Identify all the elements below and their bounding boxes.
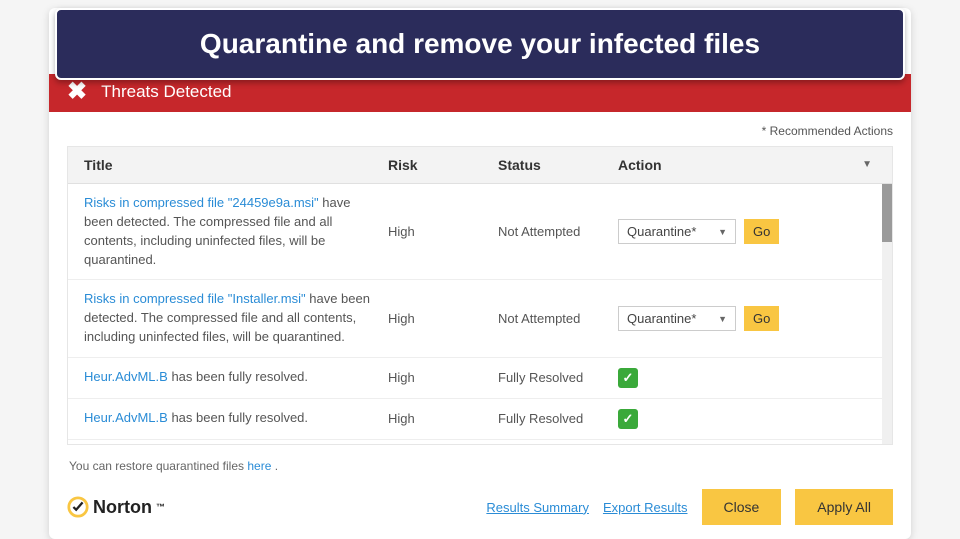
- table-row: Heur.AdvML.B has been fully resolved.Hig…: [68, 358, 892, 399]
- status-value: Fully Resolved: [498, 370, 618, 385]
- threat-description: has been fully resolved.: [168, 410, 308, 425]
- apply-all-button[interactable]: Apply All: [795, 489, 893, 525]
- footer-right: Results Summary Export Results Close App…: [486, 489, 893, 525]
- go-button[interactable]: Go: [744, 219, 779, 244]
- action-select-value: Quarantine*: [627, 311, 696, 326]
- recommended-actions-note: * Recommended Actions: [67, 124, 893, 138]
- threats-table: Title Risk Status Action ▼ Risks in comp…: [67, 146, 893, 445]
- restore-note: You can restore quarantined files here .: [69, 459, 893, 473]
- trademark: ™: [156, 502, 165, 512]
- alert-title: Threats Detected: [101, 82, 231, 102]
- col-risk[interactable]: Risk: [388, 157, 498, 173]
- table-row: Heur.AdvML.B has been fully resolved.Hig…: [68, 399, 892, 440]
- restore-prefix: You can restore quarantined files: [69, 459, 247, 473]
- table-row: Risks in compressed file "Installer.msi"…: [68, 280, 892, 358]
- chevron-down-icon: ▼: [718, 227, 727, 237]
- risk-level: High: [388, 411, 498, 426]
- go-button[interactable]: Go: [744, 306, 779, 331]
- status-value: Fully Resolved: [498, 411, 618, 426]
- alert-x-icon: ✖: [67, 80, 87, 104]
- export-results-link[interactable]: Export Results: [603, 500, 688, 515]
- content-area: * Recommended Actions Title Risk Status …: [49, 112, 911, 539]
- promo-banner: Quarantine and remove your infected file…: [55, 8, 905, 80]
- col-action[interactable]: Action ▼: [618, 157, 882, 173]
- col-action-label: Action: [618, 157, 662, 173]
- threat-link[interactable]: Risks in compressed file "24459e9a.msi": [84, 195, 319, 210]
- threat-link[interactable]: Heur.AdvML.B: [84, 410, 168, 425]
- action-cell: ✓: [618, 409, 882, 429]
- app-window: Quarantine and remove your infected file…: [49, 8, 911, 539]
- resolved-check-icon: ✓: [618, 409, 638, 429]
- table-row: Heur.AdvML.B has been fully resolved.Hig…: [68, 440, 892, 444]
- restore-suffix: .: [271, 459, 278, 473]
- status-value: Not Attempted: [498, 311, 618, 326]
- threat-title: Risks in compressed file "Installer.msi"…: [78, 290, 388, 347]
- threat-title: Risks in compressed file "24459e9a.msi" …: [78, 194, 388, 269]
- resolved-check-icon: ✓: [618, 368, 638, 388]
- threat-link[interactable]: Risks in compressed file "Installer.msi": [84, 291, 306, 306]
- action-select[interactable]: Quarantine* ▼: [618, 219, 736, 244]
- risk-level: High: [388, 370, 498, 385]
- action-cell: ✓: [618, 368, 882, 388]
- promo-headline: Quarantine and remove your infected file…: [200, 28, 760, 59]
- chevron-down-icon: ▼: [718, 314, 727, 324]
- footer: Norton ™ Results Summary Export Results C…: [67, 489, 893, 525]
- brand-name: Norton: [93, 497, 152, 518]
- threat-description: has been fully resolved.: [168, 369, 308, 384]
- table-header: Title Risk Status Action ▼: [68, 147, 892, 184]
- col-title[interactable]: Title: [78, 157, 388, 173]
- restore-link[interactable]: here: [247, 459, 271, 473]
- norton-check-icon: [67, 496, 89, 518]
- status-value: Not Attempted: [498, 224, 618, 239]
- col-status[interactable]: Status: [498, 157, 618, 173]
- action-cell: Quarantine* ▼ Go: [618, 219, 882, 244]
- action-select-value: Quarantine*: [627, 224, 696, 239]
- threat-title: Heur.AdvML.B has been fully resolved.: [78, 368, 388, 387]
- chevron-down-icon[interactable]: ▼: [862, 159, 872, 170]
- table-row: Risks in compressed file "24459e9a.msi" …: [68, 184, 892, 280]
- table-body: Risks in compressed file "24459e9a.msi" …: [68, 184, 892, 444]
- risk-level: High: [388, 311, 498, 326]
- action-select[interactable]: Quarantine* ▼: [618, 306, 736, 331]
- action-cell: Quarantine* ▼ Go: [618, 306, 882, 331]
- results-summary-link[interactable]: Results Summary: [486, 500, 589, 515]
- threat-link[interactable]: Heur.AdvML.B: [84, 369, 168, 384]
- threat-title: Heur.AdvML.B has been fully resolved.: [78, 409, 388, 428]
- close-button[interactable]: Close: [702, 489, 782, 525]
- brand-logo: Norton ™: [67, 496, 165, 518]
- scrollbar-thumb[interactable]: [882, 184, 892, 242]
- risk-level: High: [388, 224, 498, 239]
